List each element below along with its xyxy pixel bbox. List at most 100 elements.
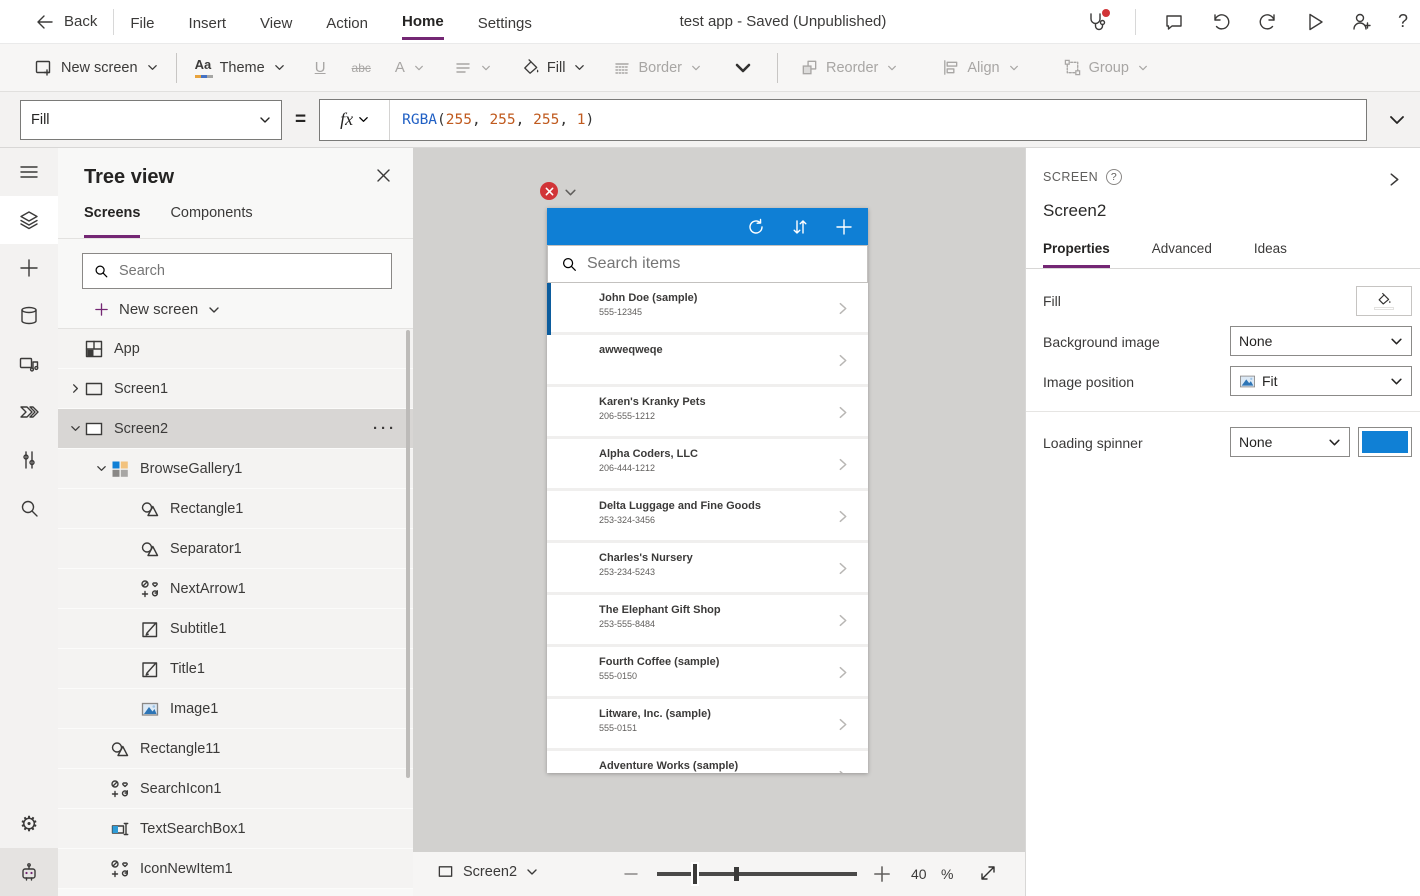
tree-item-separator1[interactable]: Separator1 — [58, 529, 413, 569]
canvas-area[interactable]: John Doe (sample) 555-12345 awweqweqe Ka… — [413, 148, 1025, 852]
tree-scrollbar[interactable] — [406, 330, 410, 778]
zoom-slider-track[interactable] — [657, 872, 857, 876]
gallery-item[interactable]: Alpha Coders, LLC 206-444-1212 — [547, 439, 868, 491]
tree-item-iconnewitem1[interactable]: IconNewItem1 — [58, 849, 413, 889]
formula-bar-expand-icon[interactable] — [1388, 111, 1406, 129]
gallery-item[interactable]: Adventure Works (sample) — [547, 751, 868, 773]
rail-advanced-tools-button[interactable] — [0, 436, 58, 484]
preview-play-icon[interactable] — [1304, 11, 1326, 33]
font-color-button[interactable]: A — [395, 59, 424, 76]
chevron-right-icon[interactable] — [835, 561, 850, 576]
loading-spinner-color-swatch[interactable] — [1358, 427, 1412, 457]
tree-item-title1[interactable]: Title1 — [58, 649, 413, 689]
fx-selector[interactable]: fx — [320, 100, 390, 140]
panel-collapse-chevron-icon[interactable] — [1387, 172, 1402, 187]
phone-screen-preview[interactable]: John Doe (sample) 555-12345 awweqweqe Ka… — [547, 208, 868, 773]
gallery-item[interactable]: Charles's Nursery 253-234-5243 — [547, 543, 868, 595]
new-screen-button[interactable]: New screen — [34, 58, 158, 78]
tree-item-searchicon1[interactable]: SearchIcon1 — [58, 769, 413, 809]
chevron-right-icon[interactable] — [835, 457, 850, 472]
gallery-item[interactable]: Litware, Inc. (sample) 555-0151 — [547, 699, 868, 751]
error-badge[interactable] — [540, 182, 558, 200]
tree-item-rectangle11[interactable]: Rectangle11 — [58, 729, 413, 769]
gallery-item[interactable]: awweqweqe — [547, 335, 868, 387]
tree-item-screen1[interactable]: Screen1 — [58, 369, 413, 409]
menu-action[interactable]: Action — [326, 5, 368, 39]
help-circle-icon[interactable]: ? — [1106, 169, 1122, 185]
more-formatting-button[interactable] — [735, 60, 751, 76]
background-image-dropdown[interactable]: None — [1230, 326, 1412, 356]
chevron-right-icon[interactable] — [835, 613, 850, 628]
menu-home[interactable]: Home — [402, 3, 444, 40]
sort-icon[interactable] — [790, 217, 810, 237]
tree-item-rectangle1[interactable]: Rectangle1 — [58, 489, 413, 529]
tab-ideas[interactable]: Ideas — [1254, 241, 1287, 268]
menu-file[interactable]: File — [130, 5, 154, 39]
gallery-item[interactable]: Delta Luggage and Fine Goods 253-324-345… — [547, 491, 868, 543]
redo-icon[interactable] — [1257, 11, 1279, 33]
strikethrough-button[interactable]: abc — [352, 61, 371, 75]
refresh-icon[interactable] — [746, 217, 766, 237]
loading-spinner-dropdown[interactable]: None — [1230, 427, 1350, 457]
rail-virtual-agent-button[interactable] — [0, 848, 58, 896]
close-icon[interactable] — [376, 168, 391, 183]
rail-tree-view-button[interactable] — [0, 196, 58, 244]
zoom-slider-thumb[interactable] — [691, 862, 699, 886]
rail-settings-button[interactable]: ⚙ — [0, 800, 58, 848]
selection-chevron-down-icon[interactable] — [564, 186, 577, 199]
tab-components[interactable]: Components — [170, 205, 252, 238]
tree-new-screen-button[interactable]: New screen — [58, 289, 413, 329]
formula-input-box[interactable]: fx RGBA(255, 255, 255, 1) — [319, 99, 1367, 141]
gallery-item[interactable]: John Doe (sample) 555-12345 — [547, 283, 868, 335]
formula-expression[interactable]: RGBA(255, 255, 255, 1) — [390, 112, 594, 128]
comments-icon[interactable] — [1163, 11, 1185, 33]
tree-search-input[interactable] — [119, 263, 381, 279]
tree-item-subtitle1[interactable]: Subtitle1 — [58, 609, 413, 649]
tree-item-app[interactable]: App — [58, 329, 413, 369]
reorder-button[interactable]: Reorder — [800, 58, 897, 77]
rail-search-button[interactable] — [0, 484, 58, 532]
rail-media-button[interactable] — [0, 340, 58, 388]
menu-insert[interactable]: Insert — [189, 5, 227, 39]
property-selector[interactable]: Fill — [20, 100, 282, 140]
chevron-right-icon[interactable] — [835, 509, 850, 524]
tree-item-textsearchbox1[interactable]: TextSearchBox1 — [58, 809, 413, 849]
gallery-item[interactable]: The Elephant Gift Shop 253-555-8484 — [547, 595, 868, 647]
tree-item-options-button[interactable]: ··· — [373, 420, 397, 437]
theme-button[interactable]: Aa Theme — [195, 57, 285, 78]
app-checker-icon[interactable] — [1086, 11, 1108, 33]
tab-advanced[interactable]: Advanced — [1152, 241, 1212, 268]
add-item-icon[interactable] — [834, 217, 854, 237]
gallery-item[interactable]: Fourth Coffee (sample) 555-0150 — [547, 647, 868, 699]
gallery-search-box[interactable] — [547, 245, 868, 283]
zoom-out-button[interactable] — [621, 864, 641, 884]
undo-icon[interactable] — [1210, 11, 1232, 33]
chevron-right-icon[interactable] — [835, 717, 850, 732]
menu-settings[interactable]: Settings — [478, 5, 532, 39]
tab-screens[interactable]: Screens — [84, 205, 140, 238]
tree-item-screen2[interactable]: Screen2 ··· — [58, 409, 413, 449]
gallery-search-input[interactable] — [587, 255, 855, 273]
tree-search-box[interactable] — [82, 253, 392, 289]
underline-button[interactable]: U — [315, 59, 326, 76]
zoom-in-button[interactable] — [871, 863, 893, 885]
chevron-right-icon[interactable] — [835, 301, 850, 316]
back-button[interactable]: Back — [34, 11, 97, 33]
rail-power-automate-button[interactable] — [0, 388, 58, 436]
rail-insert-button[interactable] — [0, 244, 58, 292]
rail-menu-button[interactable] — [0, 148, 58, 196]
chevron-right-icon[interactable] — [835, 405, 850, 420]
group-button[interactable]: Group — [1063, 58, 1148, 77]
menu-view[interactable]: View — [260, 5, 292, 39]
fill-button[interactable]: Fill — [521, 58, 586, 77]
chevron-right-icon[interactable] — [835, 353, 850, 368]
current-screen-selector[interactable]: Screen2 — [437, 863, 538, 880]
tab-properties[interactable]: Properties — [1043, 241, 1110, 268]
chevron-right-icon[interactable] — [835, 769, 850, 773]
gallery-item[interactable]: Karen's Kranky Pets 206-555-1212 — [547, 387, 868, 439]
fullscreen-icon[interactable] — [978, 863, 998, 883]
help-icon[interactable]: ? — [1398, 11, 1408, 32]
tree-item-image1[interactable]: Image1 — [58, 689, 413, 729]
text-align-button[interactable] — [454, 59, 491, 77]
share-user-icon[interactable] — [1351, 11, 1373, 33]
